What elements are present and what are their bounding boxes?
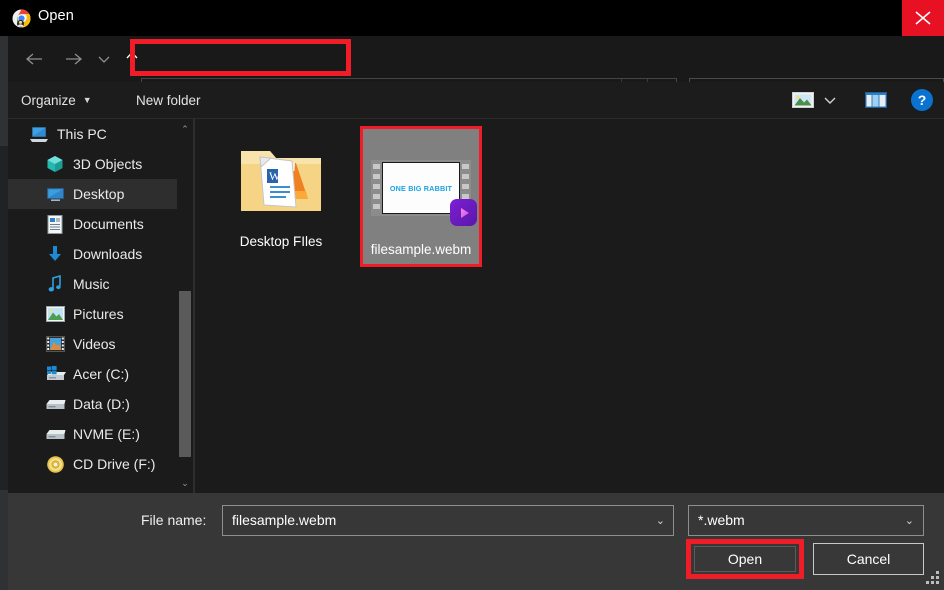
file-item-video[interactable]: ONE BIG RABBIT filesample.webm xyxy=(360,126,482,267)
forward-button[interactable] xyxy=(56,36,92,82)
sidebar-label: Videos xyxy=(73,336,116,352)
sidebar-label: 3D Objects xyxy=(73,156,143,172)
recent-locations-button[interactable] xyxy=(92,36,116,82)
drive-icon xyxy=(44,394,66,414)
desktop-icon xyxy=(44,184,66,204)
sidebar-label: Data (D:) xyxy=(73,396,130,412)
videos-icon xyxy=(44,334,66,354)
video-frame: ONE BIG RABBIT xyxy=(382,162,460,214)
scrollbar-thumb[interactable] xyxy=(179,291,191,457)
sidebar-item-nvme-e[interactable]: NVME (E:) xyxy=(8,419,193,449)
file-name-label: filesample.webm xyxy=(370,242,472,257)
sidebar-item-cd-drive-f[interactable]: CD Drive (F:) xyxy=(8,449,193,479)
documents-icon xyxy=(44,214,66,234)
sidebar-item-acer-c[interactable]: Acer (C:) xyxy=(8,359,193,389)
resize-grip[interactable] xyxy=(925,571,940,586)
new-folder-label: New folder xyxy=(136,92,201,108)
downloads-icon xyxy=(44,244,66,264)
file-type-value: *.webm xyxy=(698,512,745,528)
navigation-pane: This PC 3D Objects Desktop Documents Dow… xyxy=(8,119,193,493)
sidebar-item-downloads[interactable]: Downloads xyxy=(8,239,193,269)
close-button[interactable] xyxy=(902,0,944,36)
back-button[interactable] xyxy=(16,36,52,82)
back-arrow-icon xyxy=(25,53,42,65)
sidebar-item-videos[interactable]: Videos xyxy=(8,329,193,359)
preview-pane-button[interactable] xyxy=(863,88,889,112)
file-name-label: Desktop FIles xyxy=(239,234,323,249)
open-button[interactable]: Open xyxy=(694,546,796,572)
chevron-down-icon[interactable]: ⌄ xyxy=(905,514,914,527)
file-name-field-label: File name: xyxy=(141,512,207,528)
file-item-folder[interactable]: W Desktop FIles xyxy=(223,129,339,250)
sidebar-item-music[interactable]: Music xyxy=(8,269,193,299)
help-label: ? xyxy=(917,92,927,108)
sidebar-item-3d-objects[interactable]: 3D Objects xyxy=(8,149,193,179)
file-name-value: filesample.webm xyxy=(232,512,337,528)
sidebar-label: Downloads xyxy=(73,246,143,262)
cd-drive-icon xyxy=(44,454,66,474)
windows-drive-icon xyxy=(44,364,66,384)
view-icon xyxy=(792,92,814,108)
open-file-dialog: Open Organize ▼ New folder ? This PC 3D … xyxy=(0,0,944,590)
sidebar-scrollbar[interactable]: ⌃ ⌄ xyxy=(177,119,193,493)
organize-label: Organize xyxy=(21,92,76,108)
folder-icon: W xyxy=(223,129,339,229)
sidebar-item-desktop[interactable]: Desktop xyxy=(8,179,193,209)
view-options-dropdown[interactable] xyxy=(820,88,840,112)
file-list-pane[interactable]: W Desktop FIles ONE BIG RABBIT filesampl… xyxy=(195,119,944,493)
file-name-input[interactable]: filesample.webm ⌄ xyxy=(222,505,674,536)
drive-icon xyxy=(44,424,66,444)
scroll-up-icon[interactable]: ⌃ xyxy=(177,121,193,137)
sidebar-item-documents[interactable]: Documents xyxy=(8,209,193,239)
video-thumbnail: ONE BIG RABBIT xyxy=(367,137,477,237)
view-options-button[interactable] xyxy=(790,88,816,112)
this-pc-icon xyxy=(28,124,50,144)
title-bar: Open xyxy=(0,0,944,36)
forward-arrow-icon xyxy=(66,53,83,65)
3d-objects-icon xyxy=(44,154,66,174)
sidebar-label: Music xyxy=(73,276,110,292)
preview-pane-icon xyxy=(865,92,887,108)
sidebar-label: Documents xyxy=(73,216,144,232)
navigation-bar: › This PC › Desktop › Search Desktop xyxy=(8,36,944,110)
sidebar-item-data-d[interactable]: Data (D:) xyxy=(8,389,193,419)
chevron-down-icon[interactable]: ⌄ xyxy=(656,514,665,527)
close-icon xyxy=(915,11,931,25)
pictures-icon xyxy=(44,304,66,324)
help-button[interactable]: ? xyxy=(911,89,933,111)
sidebar-label: This PC xyxy=(57,126,107,142)
sidebar-label: CD Drive (F:) xyxy=(73,456,156,472)
scroll-down-icon[interactable]: ⌄ xyxy=(177,475,193,491)
sidebar-label: Desktop xyxy=(73,186,125,202)
cancel-button[interactable]: Cancel xyxy=(813,543,924,575)
sidebar-item-this-pc[interactable]: This PC xyxy=(8,119,193,149)
sidebar-label: Acer (C:) xyxy=(73,366,129,382)
sidebar-label: NVME (E:) xyxy=(73,426,140,442)
music-icon xyxy=(44,274,66,294)
chevron-down-icon: ▼ xyxy=(82,95,92,105)
chrome-icon xyxy=(12,9,31,28)
up-one-level-button[interactable] xyxy=(118,36,146,82)
up-arrow-icon xyxy=(126,51,138,65)
chevron-down-icon xyxy=(824,97,836,104)
window-title: Open xyxy=(38,8,74,24)
file-type-select[interactable]: *.webm ⌄ xyxy=(688,505,924,536)
file-item-selected-wrapper[interactable]: ONE BIG RABBIT filesample.webm xyxy=(360,126,482,267)
sidebar-label: Pictures xyxy=(73,306,124,322)
command-bar: Organize ▼ New folder ? xyxy=(8,82,944,119)
thumbnail-text: ONE BIG RABBIT xyxy=(389,183,453,193)
chevron-down-icon xyxy=(98,56,110,63)
new-folder-button[interactable]: New folder xyxy=(136,82,201,118)
play-badge-icon xyxy=(450,199,477,226)
sidebar-item-pictures[interactable]: Pictures xyxy=(8,299,193,329)
window-left-edge-lower xyxy=(0,146,8,490)
organize-button[interactable]: Organize ▼ xyxy=(21,82,92,118)
